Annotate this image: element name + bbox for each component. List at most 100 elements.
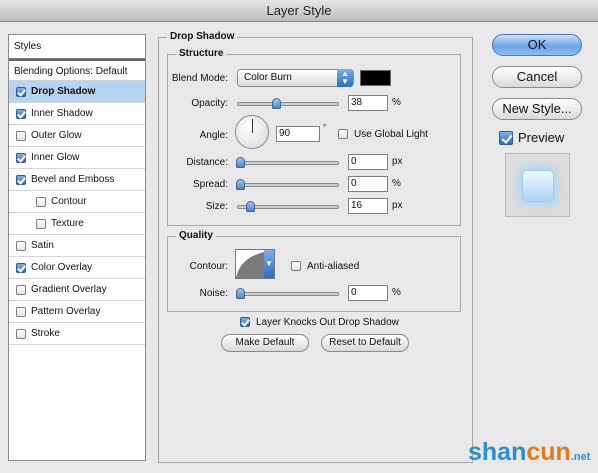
spread-label: Spread:	[192, 179, 228, 190]
sidebar-item-label: Inner Glow	[31, 152, 80, 163]
noise-unit: %	[392, 287, 401, 298]
styles-list: Styles Blending Options: Default Drop Sh…	[8, 34, 146, 461]
opacity-label: Opacity:	[191, 98, 228, 109]
sidebar-item-label: Gradient Overlay	[31, 284, 107, 295]
use-global-light-checkbox[interactable]	[338, 129, 348, 139]
sidebar-item-label: Satin	[31, 240, 54, 251]
size-label: Size:	[205, 201, 228, 212]
sidebar-item-checkbox[interactable]	[16, 87, 26, 97]
sidebar-item-checkbox[interactable]	[36, 219, 46, 229]
anti-aliased-checkbox[interactable]	[291, 261, 301, 271]
angle-label: Angle:	[199, 130, 228, 141]
distance-field[interactable]: 0	[348, 154, 388, 170]
watermark-logo: shancun.net	[468, 438, 590, 467]
spread-slider[interactable]	[236, 179, 339, 190]
noise-slider[interactable]	[236, 288, 339, 299]
structure-title: Structure	[176, 48, 227, 59]
distance-slider[interactable]	[236, 157, 339, 168]
blending-options-item[interactable]: Blending Options: Default	[9, 59, 145, 81]
size-slider[interactable]	[237, 201, 339, 212]
angle-unit: °	[323, 123, 327, 132]
noise-field[interactable]: 0	[348, 285, 388, 301]
angle-dial[interactable]	[235, 115, 269, 149]
size-field[interactable]: 16	[348, 198, 388, 214]
watermark-part3: .net	[570, 451, 591, 463]
sidebar-item-label: Bevel and Emboss	[31, 174, 115, 185]
sidebar-item-checkbox[interactable]	[16, 263, 26, 273]
contour-picker[interactable]: ▼	[235, 249, 275, 279]
sidebar-item-label: Color Overlay	[31, 262, 93, 273]
sidebar-item-checkbox[interactable]	[16, 109, 26, 119]
blend-mode-label: Blend Mode:	[171, 73, 228, 84]
quality-group: Quality Contour: ▼ Anti-aliased Noise: 0…	[167, 230, 461, 312]
ok-button[interactable]: OK	[492, 34, 582, 56]
sidebar-item-label: Pattern Overlay	[31, 306, 101, 317]
sidebar-item-label: Stroke	[31, 328, 60, 339]
anti-aliased-label: Anti-aliased	[307, 261, 360, 272]
preview-checkbox[interactable]	[499, 131, 513, 145]
sidebar-item-outer-glow[interactable]: Outer Glow	[9, 125, 145, 147]
spread-slider-thumb[interactable]	[236, 179, 245, 190]
sidebar-item-inner-shadow[interactable]: Inner Shadow	[9, 103, 145, 125]
watermark-part2: cun	[526, 438, 571, 466]
size-unit: px	[392, 200, 403, 211]
sidebar-item-color-overlay[interactable]: Color Overlay	[9, 257, 145, 279]
select-arrows-icon: ▲ ▼	[337, 69, 353, 87]
sidebar-item-checkbox[interactable]	[16, 241, 26, 251]
blend-mode-select[interactable]: Color Burn ▲ ▼	[237, 69, 354, 87]
opacity-slider-thumb[interactable]	[272, 98, 281, 109]
angle-dial-needle	[252, 119, 253, 133]
drop-shadow-panel: Drop Shadow Structure Blend Mode: Color …	[158, 31, 473, 463]
panel-title: Drop Shadow	[167, 31, 238, 42]
contour-dropdown-arrow-icon[interactable]: ▼	[264, 250, 274, 278]
cancel-button[interactable]: Cancel	[492, 66, 582, 88]
sidebar-item-gradient-overlay[interactable]: Gradient Overlay	[9, 279, 145, 301]
noise-slider-thumb[interactable]	[236, 288, 245, 299]
use-global-light-label: Use Global Light	[354, 129, 428, 140]
new-style-button[interactable]: New Style...	[492, 98, 582, 120]
sidebar-item-checkbox[interactable]	[16, 175, 26, 185]
sidebar-item-contour[interactable]: Contour	[9, 191, 145, 213]
window-title: Layer Style	[0, 0, 598, 22]
contour-curve-icon	[236, 252, 264, 278]
sidebar-item-label: Inner Shadow	[31, 108, 93, 119]
preview-label: Preview	[518, 130, 565, 145]
spread-field[interactable]: 0	[348, 176, 388, 192]
knocks-out-label: Layer Knocks Out Drop Shadow	[256, 317, 399, 328]
sidebar-item-checkbox[interactable]	[16, 285, 26, 295]
sidebar-item-pattern-overlay[interactable]: Pattern Overlay	[9, 301, 145, 323]
shadow-color-swatch[interactable]	[360, 70, 391, 86]
reset-to-default-button[interactable]: Reset to Default	[321, 334, 409, 352]
sidebar-item-drop-shadow[interactable]: Drop Shadow	[9, 81, 145, 103]
noise-label: Noise:	[199, 288, 228, 299]
sidebar-item-label: Outer Glow	[31, 130, 82, 141]
sidebar-item-label: Drop Shadow	[31, 86, 96, 97]
distance-label: Distance:	[186, 157, 228, 168]
sidebar-item-checkbox[interactable]	[16, 307, 26, 317]
sidebar-item-stroke[interactable]: Stroke	[9, 323, 145, 345]
sidebar-item-inner-glow[interactable]: Inner Glow	[9, 147, 145, 169]
contour-label: Contour:	[189, 261, 228, 272]
distance-unit: px	[392, 156, 403, 167]
angle-field[interactable]: 90	[276, 126, 320, 142]
knocks-out-checkbox[interactable]	[240, 317, 250, 327]
make-default-button[interactable]: Make Default	[221, 334, 309, 352]
opacity-field[interactable]: 38	[348, 95, 388, 111]
distance-slider-thumb[interactable]	[236, 157, 245, 168]
sidebar-item-checkbox[interactable]	[16, 131, 26, 141]
preview-swatch	[522, 170, 554, 202]
sidebar-item-bevel-and-emboss[interactable]: Bevel and Emboss	[9, 169, 145, 191]
sidebar-item-satin[interactable]: Satin	[9, 235, 145, 257]
styles-header[interactable]: Styles	[9, 35, 145, 59]
quality-title: Quality	[176, 230, 216, 241]
sidebar-item-checkbox[interactable]	[36, 197, 46, 207]
sidebar-item-checkbox[interactable]	[16, 153, 26, 163]
blend-mode-value: Color Burn	[244, 72, 292, 83]
sidebar-item-checkbox[interactable]	[16, 329, 26, 339]
spread-unit: %	[392, 178, 401, 189]
opacity-slider[interactable]	[237, 98, 339, 109]
sidebar-item-texture[interactable]: Texture	[9, 213, 145, 235]
sidebar-item-label: Contour	[51, 196, 87, 207]
structure-group: Structure Blend Mode: Color Burn ▲ ▼ Opac…	[167, 48, 461, 226]
size-slider-thumb[interactable]	[246, 201, 255, 212]
